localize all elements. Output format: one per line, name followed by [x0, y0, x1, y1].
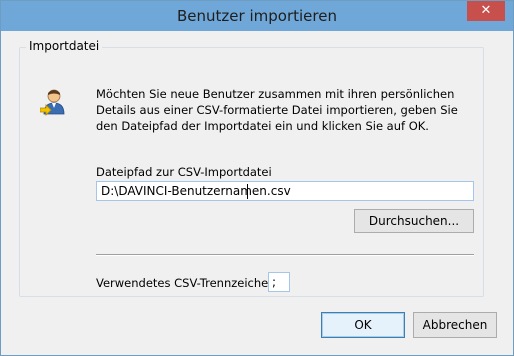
- description-text: Möchten Sie neue Benutzer zusammen mit i…: [96, 87, 458, 133]
- text-caret: [247, 184, 248, 199]
- path-input[interactable]: D:\DAVINCI-Benutzernamen.csv: [96, 181, 474, 201]
- import-users-dialog: Benutzer importieren ✕ Importdatei Möcht…: [0, 0, 514, 356]
- separator-label: Verwendetes CSV-Trennzeichen: [96, 276, 276, 290]
- path-label: Dateipfad zur CSV-Importdatei: [96, 165, 272, 179]
- user-import-icon: [40, 89, 65, 116]
- title-bar[interactable]: Benutzer importieren ✕: [1, 1, 513, 31]
- window-title: Benutzer importieren: [177, 7, 337, 25]
- browse-button[interactable]: Durchsuchen...: [354, 209, 474, 233]
- group-title: Importdatei: [26, 39, 103, 53]
- close-button[interactable]: ✕: [467, 1, 505, 21]
- divider: [96, 254, 474, 256]
- ok-button[interactable]: OK: [321, 312, 405, 338]
- path-value: D:\DAVINCI-Benutzernamen.csv: [101, 184, 291, 198]
- dialog-body: Importdatei Möchten Sie neue Benutzer zu…: [9, 32, 505, 346]
- cancel-button[interactable]: Abbrechen: [413, 312, 497, 338]
- separator-input[interactable]: ;: [268, 272, 290, 292]
- close-icon: ✕: [480, 3, 492, 18]
- import-file-group: Importdatei Möchten Sie neue Benutzer zu…: [19, 39, 484, 297]
- separator-value: ;: [272, 275, 277, 289]
